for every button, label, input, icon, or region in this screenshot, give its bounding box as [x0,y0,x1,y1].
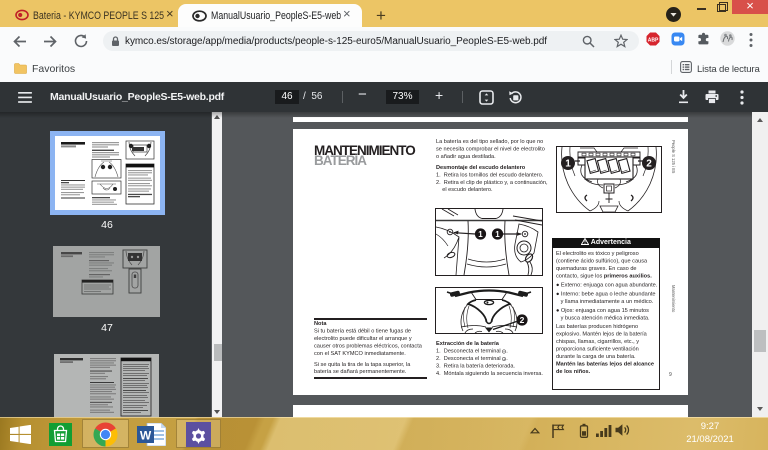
svg-text:2: 2 [646,159,652,170]
svg-text:1: 1 [478,230,483,239]
svg-text:ABP: ABP [648,38,659,44]
svg-text:W: W [140,429,152,443]
svg-text:2: 2 [520,315,525,325]
svg-text:1: 1 [495,230,500,239]
svg-text:1: 1 [565,159,571,170]
